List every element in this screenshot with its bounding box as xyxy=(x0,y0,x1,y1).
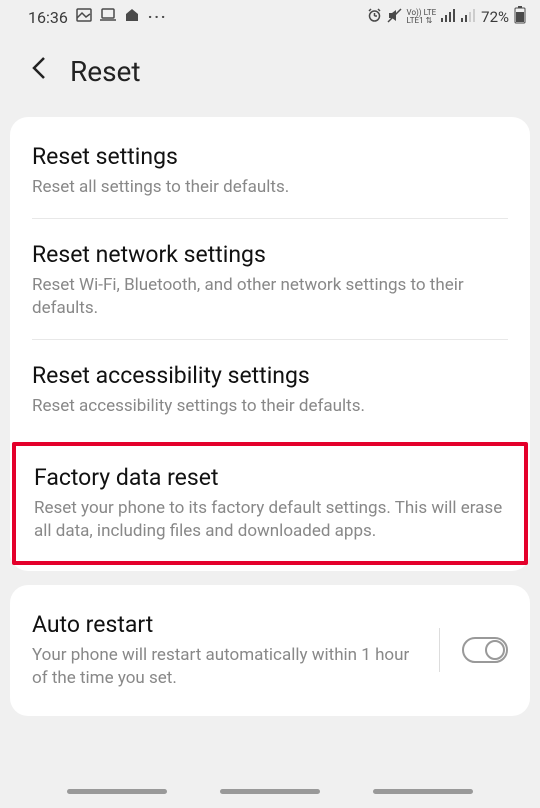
laptop-icon xyxy=(100,8,116,26)
home-button[interactable] xyxy=(220,789,320,794)
battery-icon xyxy=(514,6,526,28)
item-desc: Reset accessibility settings to their de… xyxy=(32,395,508,418)
item-title: Reset accessibility settings xyxy=(32,362,508,389)
back-button[interactable] xyxy=(373,789,473,794)
reset-accessibility-item[interactable]: Reset accessibility settings Reset acces… xyxy=(10,340,530,438)
toggle-text: Auto restart Your phone will restart aut… xyxy=(32,611,417,690)
reset-options-card: Reset settings Reset all settings to the… xyxy=(10,117,530,571)
auto-restart-card: Auto restart Your phone will restart aut… xyxy=(10,585,530,716)
signal-icon xyxy=(441,8,456,26)
reset-network-item[interactable]: Reset network settings Reset Wi-Fi, Blue… xyxy=(10,219,530,340)
signal2-icon xyxy=(461,8,476,26)
mute-icon xyxy=(387,8,402,27)
recent-apps-button[interactable] xyxy=(67,789,167,794)
page-title: Reset xyxy=(70,55,141,88)
page-header: Reset xyxy=(0,32,540,117)
factory-reset-item[interactable]: Factory data reset Reset your phone to i… xyxy=(12,442,528,565)
network-label: Vo)) LTELTE1 ⇅ xyxy=(407,9,437,25)
item-desc: Reset your phone to its factory default … xyxy=(34,497,506,543)
item-desc: Reset Wi-Fi, Bluetooth, and other networ… xyxy=(32,274,508,320)
reset-settings-item[interactable]: Reset settings Reset all settings to the… xyxy=(10,121,530,219)
status-right: Vo)) LTELTE1 ⇅ 72% xyxy=(367,6,526,28)
item-title: Auto restart xyxy=(32,611,417,638)
auto-restart-toggle[interactable] xyxy=(462,637,508,663)
item-title: Reset settings xyxy=(32,143,508,170)
item-desc: Your phone will restart automatically wi… xyxy=(32,644,417,690)
status-left: 16:36 ··· xyxy=(28,7,167,27)
back-icon[interactable] xyxy=(30,54,48,89)
item-desc: Reset all settings to their defaults. xyxy=(32,176,508,199)
toggle-divider xyxy=(439,628,440,672)
auto-restart-item[interactable]: Auto restart Your phone will restart aut… xyxy=(10,589,530,712)
status-bar: 16:36 ··· Vo)) LTELTE1 ⇅ 72% xyxy=(0,0,540,32)
item-title: Factory data reset xyxy=(34,464,506,491)
battery-percent: 72% xyxy=(481,8,509,26)
alarm-icon xyxy=(367,8,382,27)
navigation-bar xyxy=(0,789,540,794)
more-icon: ··· xyxy=(148,8,168,26)
picture-icon xyxy=(76,7,92,27)
status-time: 16:36 xyxy=(28,8,68,27)
house-icon xyxy=(124,7,140,27)
item-title: Reset network settings xyxy=(32,241,508,268)
toggle-knob xyxy=(485,640,505,660)
